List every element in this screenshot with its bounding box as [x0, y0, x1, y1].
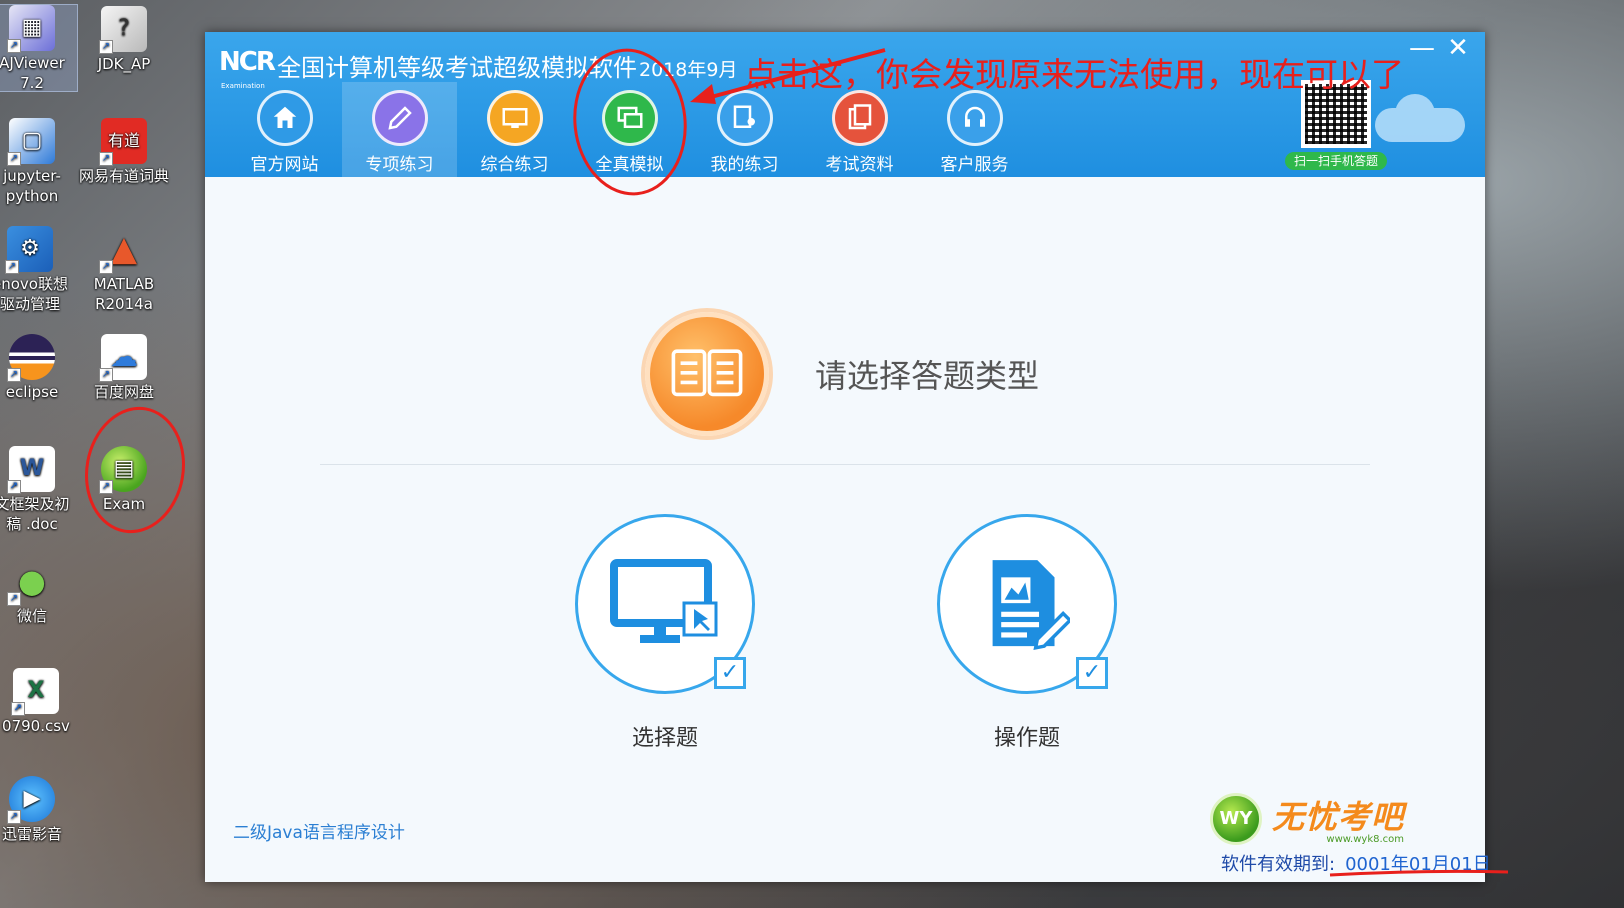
chat-icon	[601, 90, 658, 146]
expiry-date: 0001年01月01日	[1345, 854, 1491, 875]
baidu-cloud-icon: ☁ ↗	[99, 334, 147, 382]
desktop-icon-csv[interactable]: X ↗ 0790.csv	[0, 668, 82, 736]
desktop-icon-matlab[interactable]: ▲ ↗ MATLAB R2014a	[78, 226, 170, 314]
expiry-label: 软件有效期到:	[1221, 854, 1336, 875]
desktop-icon-wechat[interactable]: ● ↗ 微信	[0, 558, 78, 626]
user-doc-icon	[716, 90, 773, 146]
exam-icon: ▤ ↗	[99, 446, 147, 494]
desktop-icon-lenovo[interactable]: ⚙↗ enovo联想 驱动管理	[0, 226, 76, 314]
choose-type-title: 请选择答题类型	[815, 357, 1040, 395]
nav-special-practice[interactable]: 专项练习	[342, 82, 457, 177]
desktop-icon-exam[interactable]: ▤ ↗ Exam	[78, 446, 170, 514]
app-title: 全国计算机等级考试超级模拟软件 2018年9月	[277, 54, 738, 82]
desktop-icon-jupyter[interactable]: ▢ ↗ jupyter- python	[0, 118, 78, 206]
nav-official-site[interactable]: 官方网站	[227, 82, 342, 177]
lenovo-driver-icon: ⚙ ↗	[5, 226, 53, 274]
desktop-icon-baidu[interactable]: ☁ ↗ 百度网盘	[78, 334, 170, 402]
headset-icon	[946, 90, 1003, 146]
document-edit-icon	[992, 560, 1070, 651]
app-logo: NCR Examination	[219, 47, 276, 90]
subject-label: 二级Java语言程序设计	[233, 823, 405, 843]
option-multiple-choice[interactable]: ✓ 选择题	[565, 514, 765, 752]
monitor-icon	[486, 90, 543, 146]
qr-label: 扫一扫手机答题	[1285, 152, 1387, 170]
main-nav: 官方网站 专项练习 综合练习 全真模拟 我的练习 考试资料 客户服务	[227, 82, 1032, 177]
option-operation[interactable]: ✓ 操作题	[927, 514, 1127, 752]
jupyter-icon: ▢ ↗	[7, 118, 55, 166]
checkbox-icon: ✓	[1076, 657, 1108, 689]
brand-name: 无忧考吧	[1272, 798, 1405, 836]
minimize-button[interactable]: —	[1409, 35, 1435, 62]
choose-type-header: 请选择答题类型	[645, 312, 1039, 436]
checkbox-icon: ✓	[714, 657, 746, 689]
option-label: 操作题	[993, 726, 1060, 751]
desktop-icon-jdk[interactable]: ? ↗ JDK_AP	[78, 6, 170, 74]
desktop-icon-xunlei[interactable]: ▶ ↗ 迅雷影音	[0, 776, 78, 844]
monitor-cursor-icon	[610, 559, 718, 643]
wy-logo: WY	[1210, 792, 1262, 845]
pencil-icon	[371, 90, 428, 146]
nav-customer-service[interactable]: 客户服务	[917, 82, 1032, 177]
desktop-icon-youdao[interactable]: 有道 ↗ 网易有道词典	[78, 118, 170, 186]
desktop-icon-ajviewer[interactable]: ▦ ↗ AJViewer 7.2	[0, 4, 78, 92]
eclipse-icon: ↗	[7, 334, 55, 382]
wechat-icon: ● ↗	[7, 558, 55, 606]
xunlei-player-icon: ▶ ↗	[7, 776, 55, 824]
expiry-info: 软件有效期到: 0001年01月01日	[1221, 850, 1491, 876]
documents-icon	[831, 90, 888, 146]
option-label: 选择题	[631, 726, 698, 751]
nav-my-practice[interactable]: 我的练习	[687, 82, 802, 177]
youdao-icon: 有道 ↗	[99, 118, 147, 166]
divider	[320, 464, 1370, 465]
excel-csv-icon: X ↗	[11, 668, 59, 716]
cloud-decoration	[1375, 94, 1465, 142]
nav-exam-materials[interactable]: 考试资料	[802, 82, 917, 177]
matlab-icon: ▲ ↗	[99, 226, 147, 274]
word-doc-icon: W ↗	[7, 446, 55, 494]
home-icon	[256, 90, 313, 146]
annotation-text: 点击这，你会发现原来无法使用，现在可以了	[744, 55, 1404, 94]
desktop-icon-eclipse[interactable]: ↗ eclipse	[0, 334, 78, 402]
jdk-help-icon: ? ↗	[99, 6, 147, 54]
nav-full-simulation[interactable]: 全真模拟	[572, 82, 687, 177]
brand-logo-area: WY 无忧考吧 www.wyk8.com	[1210, 792, 1404, 845]
exam-app-window: NCR Examination 全国计算机等级考试超级模拟软件 2018年9月 —…	[205, 32, 1491, 882]
desktop-icon-doc[interactable]: W ↗ 文框架及初 稿 .doc	[0, 446, 78, 534]
nav-comprehensive-practice[interactable]: 综合练习	[457, 82, 572, 177]
close-button[interactable]: ✕	[1445, 35, 1471, 62]
ajviewer-icon: ▦ ↗	[7, 5, 55, 53]
open-book-icon	[645, 312, 769, 436]
